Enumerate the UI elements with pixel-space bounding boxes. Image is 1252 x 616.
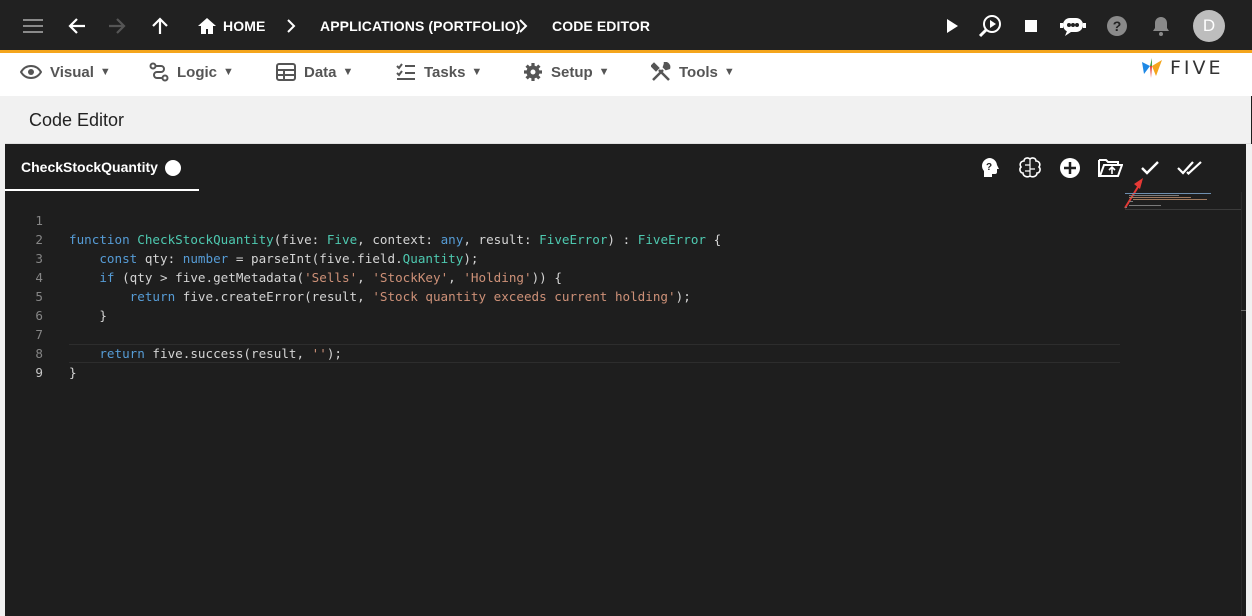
avatar[interactable]: D [1193,10,1225,42]
menu-tools-label: Tools [679,63,718,81]
tab-underline [5,189,199,191]
code-line: 9 [5,344,1120,380]
caret-down-icon: ▼ [342,66,354,78]
chevron-right-icon [283,16,299,36]
caret-down-icon: ▼ [598,66,610,78]
editor-tab[interactable]: CheckStockQuantity [5,144,199,191]
code-editor: CheckStockQuantity ? 1 function CheckSto… [5,144,1246,616]
brain-icon[interactable] [1016,154,1044,182]
menu-tasks-label: Tasks [424,63,466,81]
code-line: 3 if (qty > five.getMetadata('Sells', 'S… [5,230,1120,285]
breadcrumb-current: CODE EDITOR [552,18,651,34]
page-header: Code Editor [5,96,1251,144]
hamburger-menu-icon[interactable] [18,11,48,41]
add-icon[interactable] [1056,154,1084,182]
ai-help-icon[interactable]: ? [976,154,1004,182]
code-line: 2 const qty: number = parseInt(five.fiel… [5,211,1120,266]
back-arrow-icon[interactable] [62,11,92,41]
double-check-icon[interactable] [1176,154,1204,182]
menu-bar: Visual ▼ Logic ▼ Data ▼ Tasks ▼ Setup ▼ Tools… [0,53,1252,96]
unsaved-dot-icon [165,160,181,176]
scrollbar-marker [1241,310,1246,311]
menu-data[interactable]: Data ▼ [276,61,353,83]
line-number: 9 [35,365,43,380]
line-text: } [69,365,77,380]
breadcrumb-applications[interactable]: APPLICATIONS (PORTFOLIO) [320,18,520,34]
menu-setup-label: Setup [551,63,593,81]
caret-down-icon: ▼ [223,66,234,78]
code-line: 6 [5,287,1120,323]
menu-visual[interactable]: Visual ▼ [20,61,111,83]
page-title: Code Editor [29,110,125,130]
forward-arrow-icon[interactable] [102,11,132,41]
help-icon[interactable]: ? [1102,11,1132,41]
code-line: 5 } [5,268,1120,323]
chevron-right-icon [515,16,531,36]
menu-tools[interactable]: Tools ▼ [651,61,735,83]
bell-icon[interactable] [1146,11,1176,41]
code-area[interactable]: 1 function CheckStockQuantity(five: Five… [5,192,1120,616]
menu-data-label: Data [304,63,337,81]
svg-text:?: ? [986,162,992,173]
five-logo-text: FIVE [1170,57,1224,79]
editor-tab-label: CheckStockQuantity [21,159,158,175]
menu-logic[interactable]: Logic ▼ [149,61,234,83]
code-line: 1 function CheckStockQuantity(five: Five… [5,192,1120,247]
page-right-border [1246,144,1252,616]
code-line: 8 } [5,325,1120,380]
svg-text:?: ? [1113,18,1122,34]
top-app-bar: HOME APPLICATIONS (PORTFOLIO) CODE EDITO… [0,0,1252,52]
home-icon[interactable] [192,11,222,41]
vertical-scrollbar[interactable] [1241,192,1246,616]
code-line: 4 return five.createError(result, 'Stock… [5,249,1120,304]
up-arrow-icon[interactable] [145,11,175,41]
table-icon [276,63,296,81]
chat-bot-icon[interactable] [1058,11,1088,41]
five-logo: FIVE [1140,56,1224,80]
menu-tasks[interactable]: Tasks ▼ [396,61,482,83]
five-logo-mark-icon [1142,58,1162,78]
tools-icon [651,62,671,81]
caret-down-icon: ▼ [723,66,735,78]
minimap[interactable] [1125,192,1241,210]
caret-down-icon: ▼ [99,66,111,78]
logic-icon [149,62,169,82]
eye-icon [20,65,42,79]
open-folder-icon[interactable] [1096,154,1124,182]
gear-icon [524,63,542,81]
menu-visual-label: Visual [50,63,94,81]
menu-logic-label: Logic [177,63,217,81]
tasks-icon [396,63,415,80]
breadcrumb-home[interactable]: HOME [223,18,265,34]
caret-down-icon: ▼ [471,66,483,78]
play-icon[interactable] [937,11,967,41]
stop-icon[interactable] [1016,11,1046,41]
code-line: 7 return five.success(result, ''); [5,306,1120,361]
debug-run-icon[interactable] [976,11,1006,41]
avatar-initial: D [1202,16,1216,35]
menu-setup[interactable]: Setup ▼ [523,61,610,83]
